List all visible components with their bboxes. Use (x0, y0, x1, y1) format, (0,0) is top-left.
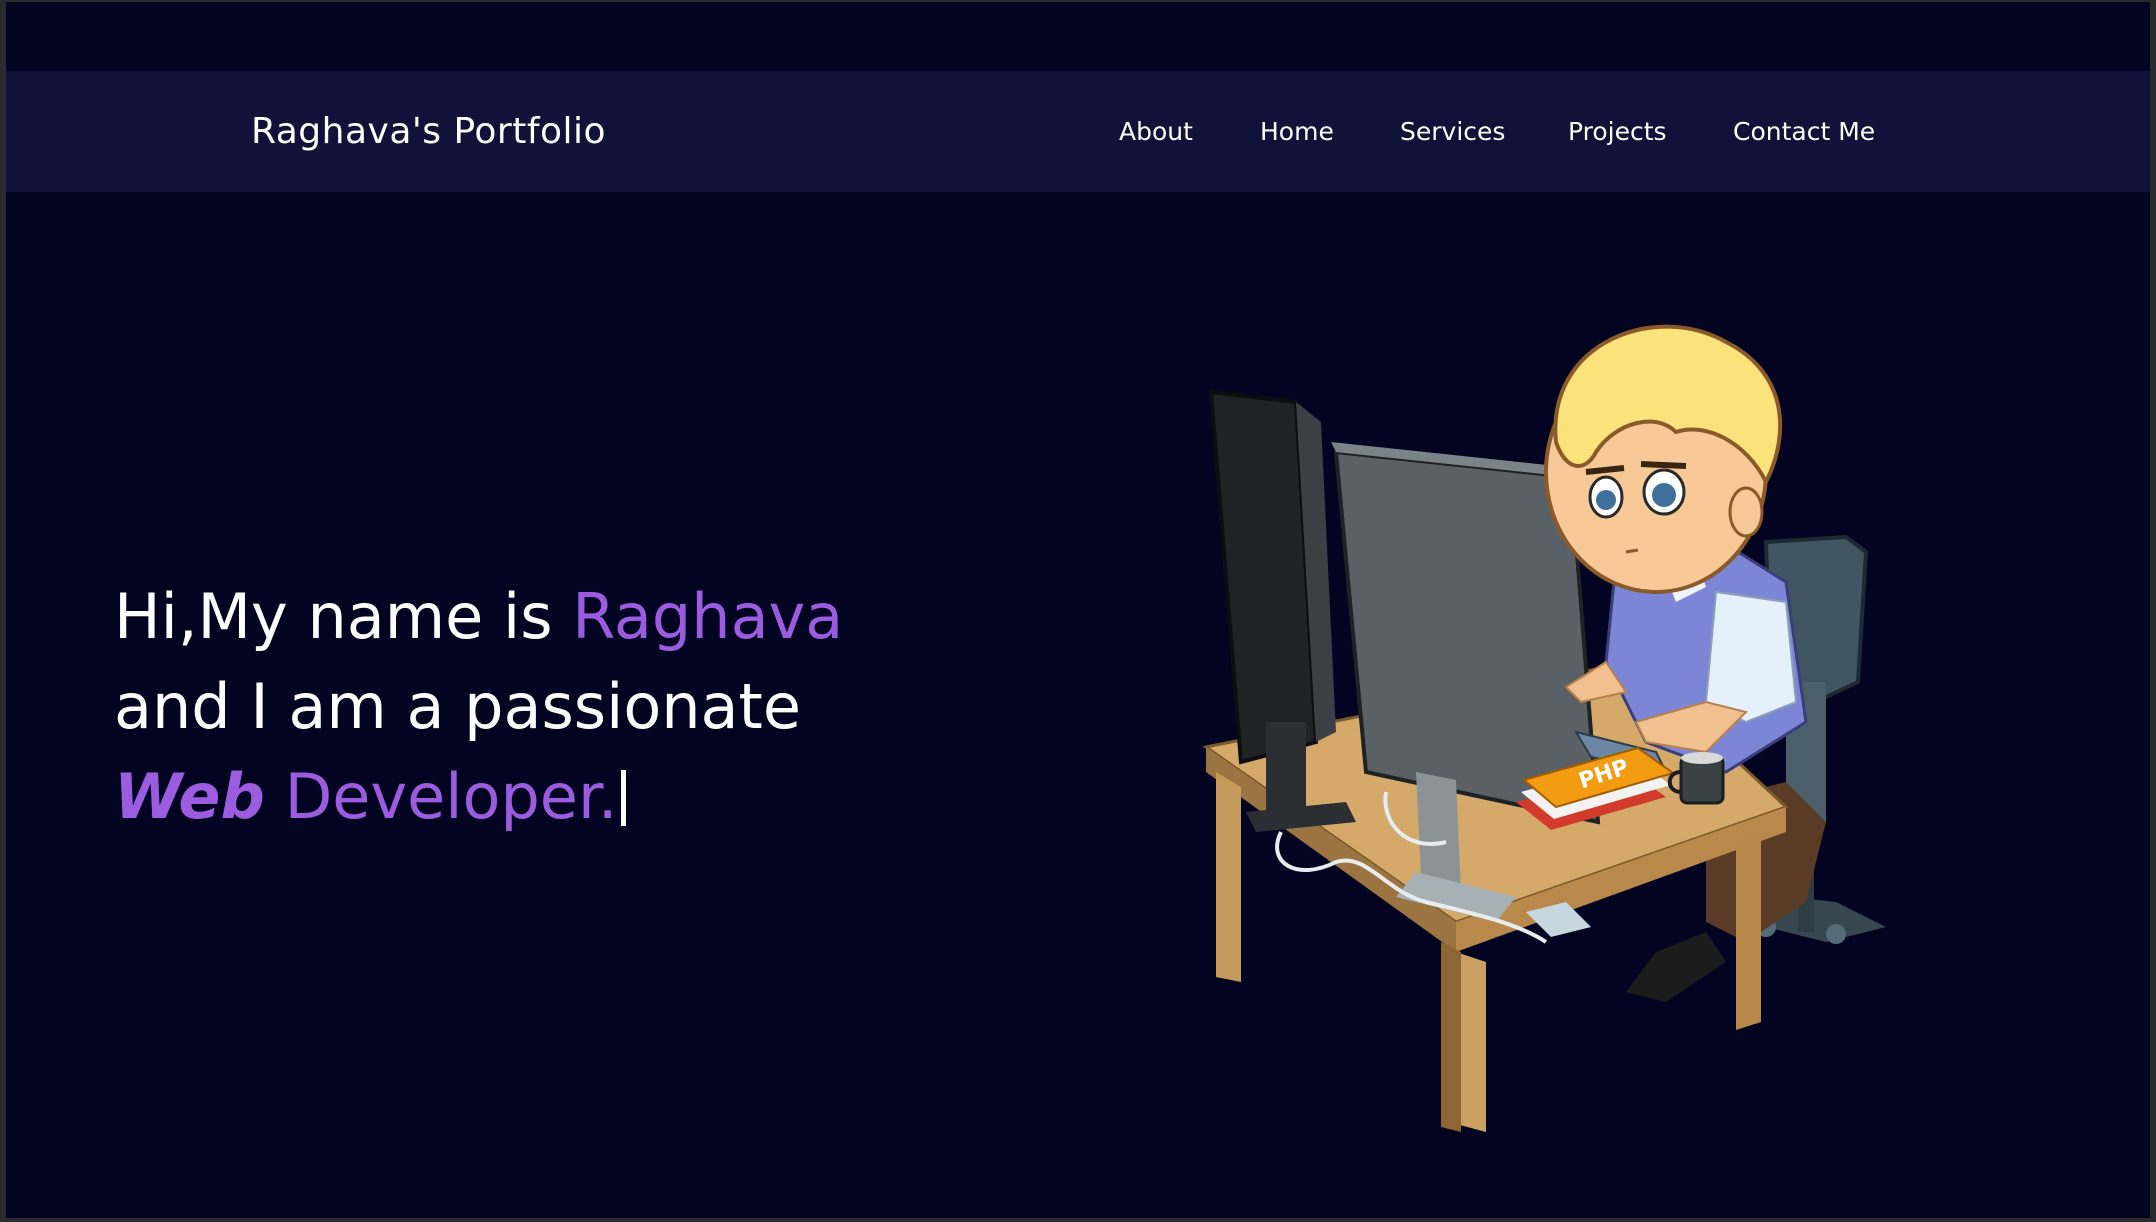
nav-links: About Home Services Projects Contact Me (6, 71, 2150, 192)
hero-line-3: Web Developer. (114, 752, 1074, 842)
nav-link-services[interactable]: Services (1400, 71, 1505, 192)
nav-link-about[interactable]: About (1119, 71, 1193, 192)
hero-intro: Hi,My name is Raghava and I am a passion… (114, 572, 1074, 842)
nav-link-home[interactable]: Home (1260, 71, 1334, 192)
hero-greeting: Hi,My name is (114, 580, 573, 653)
hero-role-bold: Web (114, 760, 265, 833)
browser-viewport: Raghava's Portfolio About Home Services … (6, 2, 2150, 1218)
typing-cursor (621, 770, 627, 826)
developer-at-desk-illustration: PHP (1202, 324, 1886, 1132)
hero-line-1: Hi,My name is Raghava (114, 572, 1074, 662)
hero-role: Developer. (264, 760, 618, 833)
navbar: Raghava's Portfolio About Home Services … (6, 71, 2150, 192)
hero-line-2: and I am a passionate (114, 670, 801, 743)
nav-link-projects[interactable]: Projects (1568, 71, 1667, 192)
nav-link-contact-me[interactable]: Contact Me (1733, 71, 1875, 192)
hero-name: Raghava (572, 580, 844, 653)
